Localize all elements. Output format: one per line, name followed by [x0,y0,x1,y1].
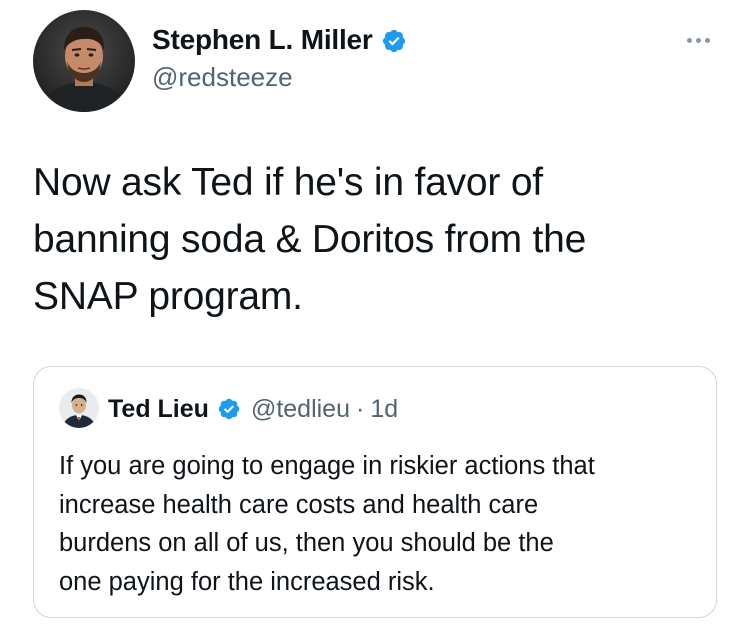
tweet: Stephen L. Miller @redsteeze Now ask Ted… [0,0,750,627]
quoted-author-display-name[interactable]: Ted Lieu [108,395,209,424]
more-dot [704,37,710,43]
quoted-tweet-text: If you are going to engage in riskier ac… [59,452,595,596]
quoted-author-avatar[interactable] [59,388,99,428]
tweet-text: Now ask Ted if he's in favor of banning … [33,161,587,318]
more-dot [695,37,701,43]
quoted-author-avatar-image [59,388,99,428]
quoted-tweet-timestamp[interactable]: 1d [370,395,398,424]
quoted-tweet-header: Ted Lieu @tedlieu · 1d [108,393,398,425]
author-handle[interactable]: @redsteeze [152,62,407,93]
author-display-name[interactable]: Stephen L. Miller [152,24,373,56]
author-info: Stephen L. Miller @redsteeze [152,22,407,93]
quoted-tweet-card[interactable]: Ted Lieu @tedlieu · 1d If you are going … [33,366,717,618]
author-avatar-image [33,10,135,112]
verified-badge-icon [381,28,407,54]
author-name-row: Stephen L. Miller [152,22,407,58]
verified-badge-icon [217,397,241,421]
author-avatar[interactable] [33,10,135,112]
quoted-author-handle[interactable]: @tedlieu [251,395,350,424]
more-dot [686,37,692,43]
timestamp-separator: · [356,394,365,423]
more-options-icon[interactable] [680,30,716,50]
